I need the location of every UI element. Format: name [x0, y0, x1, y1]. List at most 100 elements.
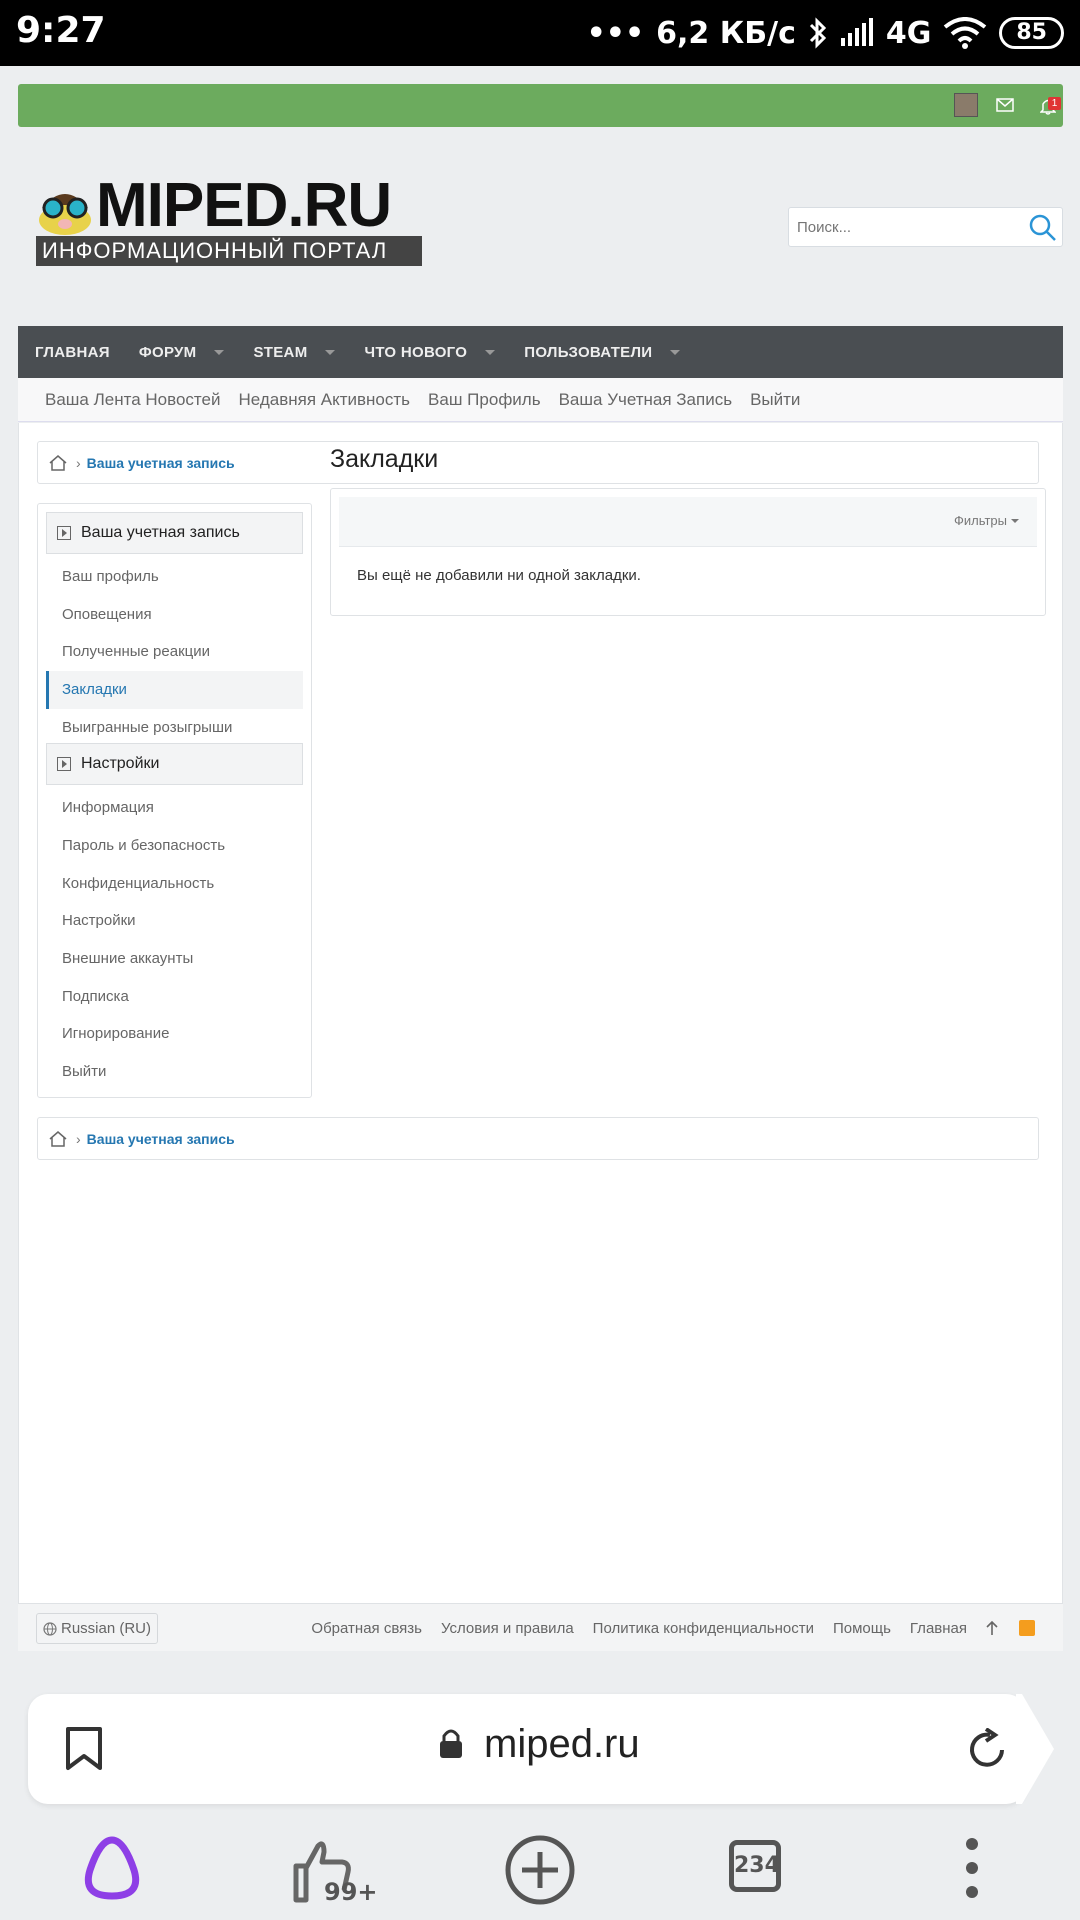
network-type: 4G: [885, 15, 932, 51]
subnav-logout[interactable]: Выйти: [750, 390, 800, 410]
chevron-down-icon[interactable]: [325, 349, 336, 355]
logo-subtitle: ИНФОРМАЦИОННЫЙ ПОРТАЛ: [36, 236, 422, 266]
status-time: 9:27: [16, 10, 106, 51]
nav-item-home[interactable]: ГЛАВНАЯ: [35, 344, 110, 361]
sidebar-item-giveaways[interactable]: Выигранные розыгрыши: [46, 709, 303, 747]
sub-nav: Ваша Лента Новостей Недавняя Активность …: [18, 378, 1063, 422]
main-nav: ГЛАВНАЯ ФОРУМ STEAM ЧТО НОВОГО ПОЛЬЗОВАТ…: [18, 326, 1063, 378]
footer-link-terms[interactable]: Условия и правила: [441, 1620, 574, 1637]
chevron-down-icon[interactable]: [485, 349, 496, 355]
signal-icon: [840, 18, 873, 46]
nav-item-label: ЧТО НОВОГО: [364, 343, 468, 361]
status-bar: 9:27 ••• 6,2 КБ/с 4G 85: [0, 0, 1080, 66]
site-logo[interactable]: MIPED.RU ИНФОРМАЦИОННЫЙ ПОРТАЛ: [34, 170, 424, 266]
footer-link-privacy[interactable]: Политика конфиденциальности: [593, 1620, 814, 1637]
breadcrumb: › Ваша учетная запись: [37, 441, 1039, 484]
footer-link-home[interactable]: Главная: [910, 1620, 967, 1637]
sidebar-item-info[interactable]: Информация: [46, 789, 303, 827]
chevron-right-icon: ›: [76, 1130, 81, 1147]
nav-item-label: ФОРУМ: [138, 343, 197, 361]
language-chooser[interactable]: Russian (RU): [36, 1613, 159, 1644]
browser-url-bar[interactable]: miped.ru: [28, 1694, 1026, 1804]
breadcrumb-bottom: › Ваша учетная запись: [37, 1117, 1039, 1160]
nav-item-forum[interactable]: ФОРУМ: [139, 344, 225, 361]
sidebar-item-bookmarks[interactable]: Закладки: [46, 671, 303, 709]
sidebar-item-alerts[interactable]: Оповещения: [46, 596, 303, 634]
bluetooth-icon: [809, 17, 826, 49]
user-topbar: 1: [18, 84, 1063, 127]
footer-link-help[interactable]: Помощь: [833, 1620, 891, 1637]
wifi-icon: [944, 17, 987, 49]
browser-bottom-nav: 99+ 234: [0, 1810, 1080, 1920]
likes-button[interactable]: 99+: [290, 1830, 378, 1910]
page-content: › Ваша учетная запись Ваша учетная запис…: [18, 423, 1063, 1603]
nav-item-members[interactable]: ПОЛЬЗОВАТЕЛИ: [524, 343, 681, 361]
breadcrumb-link[interactable]: Ваша учетная запись: [87, 1131, 235, 1147]
sidebar-item-profile[interactable]: Ваш профиль: [46, 558, 303, 596]
sidebar-section-account[interactable]: Ваша учетная запись: [46, 512, 303, 554]
search-box[interactable]: [788, 207, 1063, 247]
rss-icon[interactable]: [1019, 1620, 1035, 1636]
home-icon[interactable]: [48, 1129, 68, 1149]
subnav-recent-activity[interactable]: Недавняя Активность: [238, 390, 410, 410]
sidebar-item-reactions[interactable]: Полученные реакции: [46, 633, 303, 671]
nav-item-whats-new[interactable]: ЧТО НОВОГО: [364, 343, 496, 361]
sidebar-item-external-accounts[interactable]: Внешние аккаунты: [46, 940, 303, 978]
lock-icon: [440, 1729, 462, 1758]
sidebar-section-settings[interactable]: Настройки: [46, 743, 303, 785]
sidebar-item-ignoring[interactable]: Игнорирование: [46, 1015, 303, 1053]
nav-item-label: STEAM: [253, 343, 308, 361]
inbox-icon[interactable]: [993, 93, 1017, 117]
page-title: Закладки: [330, 445, 439, 473]
sidebar-section-title: Настройки: [81, 755, 160, 772]
subnav-profile[interactable]: Ваш Профиль: [428, 390, 541, 410]
language-label: Russian (RU): [61, 1620, 152, 1637]
sidebar-item-following[interactable]: Подписка: [46, 978, 303, 1016]
likes-badge: 99+: [324, 1878, 378, 1906]
sidebar-item-password[interactable]: Пароль и безопасность: [46, 827, 303, 865]
subnav-account[interactable]: Ваша Учетная Запись: [559, 390, 733, 410]
filter-bar: Фильтры: [339, 497, 1037, 547]
logo-title: MIPED.RU: [96, 171, 392, 240]
more-dots-icon: •••: [586, 15, 645, 51]
home-icon[interactable]: [48, 453, 68, 473]
bookmarks-block: Фильтры Вы ещё не добавили ни одной закл…: [330, 488, 1046, 616]
subnav-news-feed[interactable]: Ваша Лента Новостей: [45, 390, 220, 410]
footer-link-contact[interactable]: Обратная связь: [311, 1620, 422, 1637]
chevron-right-icon: ›: [76, 454, 81, 471]
account-sidebar: Ваша учетная запись Ваш профиль Оповещен…: [37, 503, 312, 1098]
chevron-down-icon[interactable]: [214, 349, 225, 355]
breadcrumb-link[interactable]: Ваша учетная запись: [87, 455, 235, 471]
tabs-button[interactable]: 234: [720, 1830, 800, 1910]
user-avatar[interactable]: [954, 93, 978, 117]
new-tab-plus-icon[interactable]: [500, 1830, 580, 1910]
globe-icon: [43, 1621, 57, 1636]
network-speed: 6,2 КБ/с: [656, 15, 796, 51]
chevron-down-icon[interactable]: [670, 349, 681, 355]
expand-icon: [57, 526, 71, 540]
tabs-count: 234: [729, 1840, 781, 1892]
nav-item-label: ГЛАВНАЯ: [35, 343, 110, 361]
chevron-down-icon: [1011, 518, 1019, 523]
alerts-badge: 1: [1048, 97, 1061, 110]
alerts-bell-icon[interactable]: 1: [1033, 93, 1063, 117]
status-indicators: ••• 6,2 КБ/с 4G 85: [587, 10, 1064, 56]
more-menu-icon[interactable]: [932, 1830, 1012, 1910]
reload-icon[interactable]: [968, 1728, 1008, 1770]
nav-item-label: ПОЛЬЗОВАТЕЛИ: [524, 343, 653, 361]
search-input[interactable]: [789, 208, 1009, 246]
empty-message: Вы ещё не добавили ни одной закладки.: [357, 567, 641, 584]
alice-assistant-icon[interactable]: [72, 1830, 152, 1910]
sidebar-item-logout[interactable]: Выйти: [46, 1053, 303, 1091]
url-bar-arrow-icon: [1016, 1694, 1054, 1804]
bookmark-icon[interactable]: [64, 1726, 104, 1772]
url-text[interactable]: miped.ru: [484, 1722, 640, 1767]
sidebar-item-preferences[interactable]: Настройки: [46, 902, 303, 940]
expand-icon: [57, 757, 71, 771]
arrow-up-icon[interactable]: [985, 1620, 999, 1636]
search-icon[interactable]: [1028, 213, 1058, 243]
filters-button[interactable]: Фильтры: [954, 513, 1019, 528]
mascot-logo-icon: [39, 194, 91, 235]
sidebar-item-privacy[interactable]: Конфиденциальность: [46, 865, 303, 903]
nav-item-steam[interactable]: STEAM: [253, 343, 336, 361]
